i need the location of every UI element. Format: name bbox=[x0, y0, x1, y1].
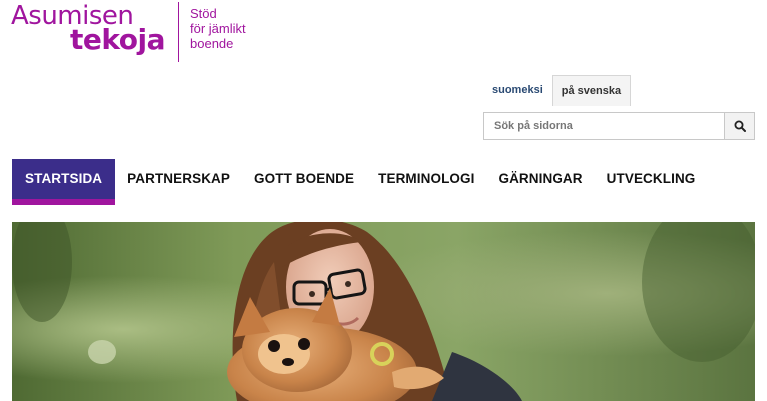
search-input[interactable] bbox=[483, 112, 724, 140]
nav-item-startsida[interactable]: STARTSIDA bbox=[12, 159, 116, 205]
nav-item-utveckling[interactable]: UTVECKLING bbox=[595, 159, 708, 205]
language-switcher: suomeksi på svenska bbox=[483, 75, 632, 106]
nav-item-garningar[interactable]: GÄRNINGAR bbox=[486, 159, 594, 205]
nav-item-gott-boende[interactable]: GOTT BOENDE bbox=[242, 159, 366, 205]
site-logo[interactable]: Asumisen tekoja Stöd för jämlikt boende bbox=[11, 0, 281, 66]
language-tab-finnish[interactable]: suomeksi bbox=[483, 75, 552, 106]
main-nav: STARTSIDA PARTNERSKAP GOTT BOENDE TERMIN… bbox=[12, 159, 707, 205]
hero-image bbox=[12, 222, 755, 401]
language-tab-swedish[interactable]: på svenska bbox=[551, 75, 632, 106]
nav-item-terminologi[interactable]: TERMINOLOGI bbox=[366, 159, 486, 205]
logo-word-tekoja: tekoja bbox=[70, 23, 165, 56]
tagline-line: Stöd bbox=[190, 6, 217, 21]
logo-tagline: Stöd för jämlikt boende bbox=[190, 6, 246, 51]
tagline-line: boende bbox=[190, 36, 234, 51]
nav-item-partnerskap[interactable]: PARTNERSKAP bbox=[115, 159, 242, 205]
tagline-line: för jämlikt bbox=[190, 21, 246, 36]
search-form bbox=[483, 112, 755, 140]
search-icon bbox=[734, 120, 746, 132]
logo-divider bbox=[178, 2, 179, 62]
search-button[interactable] bbox=[724, 112, 755, 140]
